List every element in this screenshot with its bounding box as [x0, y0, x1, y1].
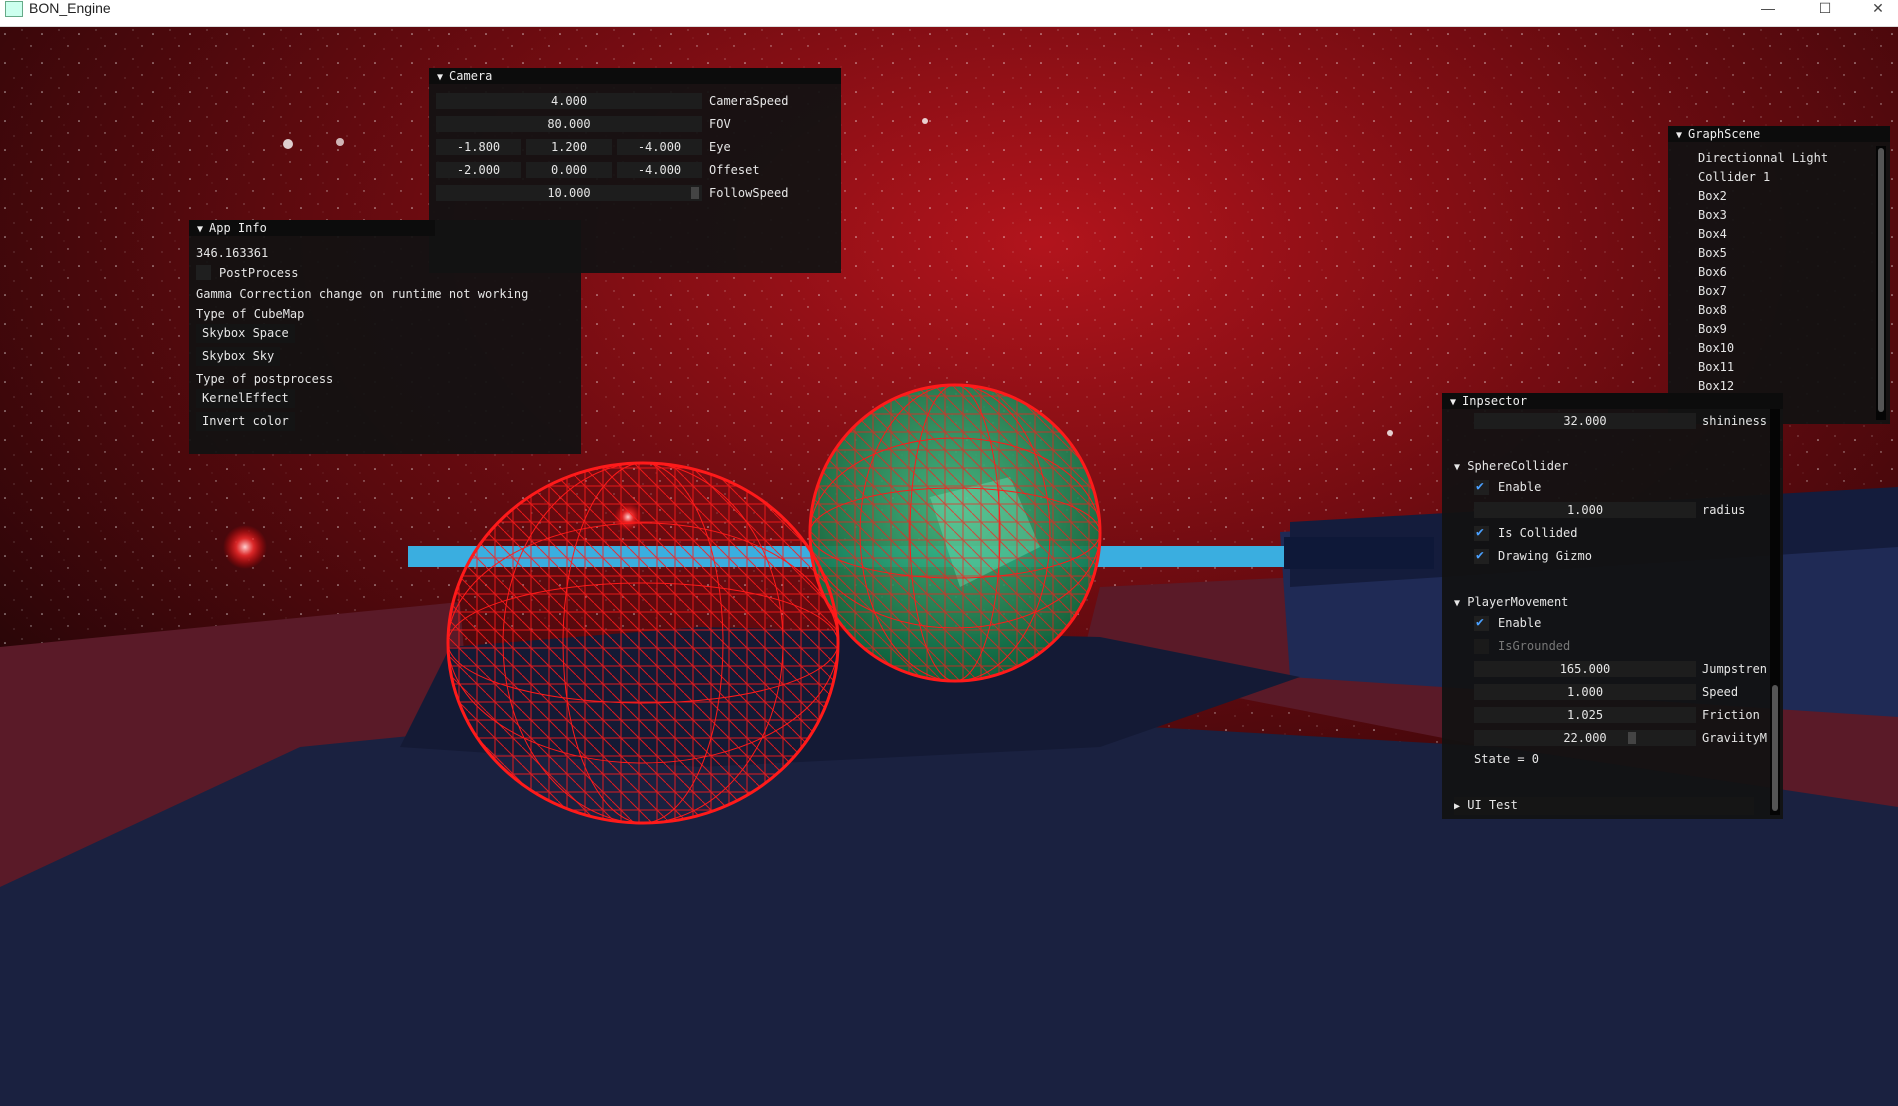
drawing-gizmo-label: Drawing Gizmo	[1498, 549, 1592, 563]
sphere-collider-title: SphereCollider	[1467, 459, 1569, 473]
eye-x-field[interactable]: -1.800	[436, 139, 521, 155]
collapse-arrow-icon[interactable]: ▼	[437, 72, 443, 83]
is-grounded-checkbox[interactable]	[1474, 639, 1489, 654]
shininess-field[interactable]: 32.000	[1474, 413, 1696, 429]
gravity-slider[interactable]: 22.000	[1474, 730, 1696, 746]
graph-scene-window-header[interactable]: ▼ GraphScene	[1668, 126, 1890, 142]
gamma-note: Gamma Correction change on runtime not w…	[196, 287, 529, 301]
scene-item-box6[interactable]: Box6	[1698, 264, 1727, 280]
sphere-collider-enable-label: Enable	[1498, 480, 1542, 494]
postprocess-type-label: Type of postprocess	[196, 372, 334, 386]
inspector-window: ▼ Inpsector 32.000 shininess ▼ SphereColl…	[1442, 393, 1783, 819]
window-title: BON_Engine	[29, 0, 111, 16]
player-movement-enable-checkbox[interactable]	[1474, 615, 1489, 631]
friction-field[interactable]: 1.025	[1474, 707, 1696, 723]
follow-speed-label: FollowSpeed	[709, 186, 789, 200]
is-collided-checkbox[interactable]	[1474, 525, 1489, 541]
camera-window-title: Camera	[449, 69, 493, 83]
scene-item-box2[interactable]: Box2	[1698, 188, 1727, 204]
follow-speed-slider[interactable]: 10.000	[436, 185, 702, 201]
app-info-window: ▼ App Info 346.163361 PostProcess Gamma C…	[189, 220, 581, 454]
offset-z-field[interactable]: -4.000	[617, 162, 702, 178]
offset-x-field[interactable]: -2.000	[436, 162, 521, 178]
radius-label: radius	[1702, 503, 1746, 517]
skybox-sky-button[interactable]: Skybox Sky	[196, 347, 281, 366]
collapse-arrow-icon[interactable]: ▼	[1450, 397, 1456, 408]
radius-field[interactable]: 1.000	[1474, 502, 1696, 518]
invert-color-button[interactable]: Invert color	[196, 412, 295, 431]
camera-speed-field[interactable]: 4.000	[436, 93, 702, 109]
cubemap-type-label: Type of CubeMap	[196, 307, 305, 321]
player-movement-title: PlayerMovement	[1467, 595, 1569, 609]
fov-label: FOV	[709, 117, 731, 131]
gravity-slider-grab[interactable]	[1628, 732, 1636, 744]
camera-speed-label: CameraSpeed	[709, 94, 789, 108]
friction-label: Friction	[1702, 708, 1760, 722]
ui-test-header[interactable]: ▶ UI Test	[1454, 797, 1754, 815]
is-grounded-label: IsGrounded	[1498, 639, 1571, 653]
drawing-gizmo-checkbox[interactable]	[1474, 548, 1489, 564]
app-info-window-title: App Info	[209, 221, 267, 235]
gravity-label: GraviityM	[1702, 731, 1768, 745]
collapse-arrow-icon[interactable]: ▼	[1454, 598, 1460, 609]
ui-test-title: UI Test	[1467, 798, 1518, 812]
scene-item-box10[interactable]: Box10	[1698, 340, 1734, 356]
collapse-arrow-icon[interactable]: ▼	[1676, 130, 1682, 141]
scene-item-box5[interactable]: Box5	[1698, 245, 1727, 261]
player-movement-enable-label: Enable	[1498, 616, 1542, 630]
player-movement-header[interactable]: ▼ PlayerMovement	[1454, 594, 1568, 612]
minimize-button[interactable]: —	[1748, 0, 1788, 16]
collapse-arrow-icon[interactable]: ▼	[197, 224, 203, 235]
inspector-scrollbar[interactable]	[1770, 409, 1780, 815]
scene-item-collider-1[interactable]: Collider 1	[1698, 169, 1770, 185]
eye-label: Eye	[709, 140, 731, 154]
jump-strength-field[interactable]: 165.000	[1474, 661, 1696, 677]
graph-scene-window: ▼ GraphScene Directionnal Light Collider …	[1668, 126, 1890, 424]
shininess-label: shininess	[1702, 414, 1768, 428]
jump-strength-label: Jumpstren	[1702, 662, 1768, 676]
app-icon	[5, 1, 23, 17]
scene-item-directional-light[interactable]: Directionnal Light	[1698, 150, 1828, 166]
follow-speed-slider-grab[interactable]	[691, 187, 699, 199]
postprocess-checkbox[interactable]	[196, 265, 211, 280]
state-readout: State = 0	[1474, 752, 1540, 766]
sphere-collider-header[interactable]: ▼ SphereCollider	[1454, 458, 1568, 476]
skybox-space-button[interactable]: Skybox Space	[196, 324, 295, 343]
scene-item-box8[interactable]: Box8	[1698, 302, 1727, 318]
scene-item-box9[interactable]: Box9	[1698, 321, 1727, 337]
fov-field[interactable]: 80.000	[436, 116, 702, 132]
scene-item-box12[interactable]: Box12	[1698, 378, 1734, 394]
scene-item-box3[interactable]: Box3	[1698, 207, 1727, 223]
offset-y-field[interactable]: 0.000	[526, 162, 612, 178]
window-title-bar: BON_Engine — ☐ ✕	[0, 0, 1898, 27]
inspector-window-title: Inpsector	[1462, 394, 1528, 408]
speed-field[interactable]: 1.000	[1474, 684, 1696, 700]
maximize-button[interactable]: ☐	[1805, 0, 1845, 16]
eye-y-field[interactable]: 1.200	[526, 139, 612, 155]
scene-item-box4[interactable]: Box4	[1698, 226, 1727, 242]
is-collided-label: Is Collided	[1498, 526, 1578, 540]
speed-label: Speed	[1702, 685, 1739, 699]
collapse-arrow-icon[interactable]: ▼	[1454, 462, 1460, 473]
scene-item-box7[interactable]: Box7	[1698, 283, 1727, 299]
close-button[interactable]: ✕	[1858, 0, 1898, 16]
expand-arrow-icon[interactable]: ▶	[1454, 801, 1460, 812]
graph-scene-window-title: GraphScene	[1688, 127, 1761, 141]
app-info-window-header[interactable]: ▼ App Info	[189, 220, 435, 236]
eye-z-field[interactable]: -4.000	[617, 139, 702, 155]
graph-scene-scrollbar[interactable]	[1876, 146, 1886, 420]
inspector-window-header[interactable]: ▼ Inpsector	[1442, 393, 1783, 409]
postprocess-label: PostProcess	[219, 266, 299, 280]
offset-label: Offeset	[709, 163, 760, 177]
inspector-scrollbar-thumb[interactable]	[1772, 685, 1778, 811]
camera-window-header[interactable]: ▼ Camera	[429, 68, 841, 84]
sphere-collider-enable-checkbox[interactable]	[1474, 479, 1489, 495]
fps-readout: 346.163361	[196, 246, 269, 260]
kernel-effect-button[interactable]: KernelEffect	[196, 389, 295, 408]
graph-scene-scrollbar-thumb[interactable]	[1878, 148, 1884, 412]
scene-item-box11[interactable]: Box11	[1698, 359, 1734, 375]
